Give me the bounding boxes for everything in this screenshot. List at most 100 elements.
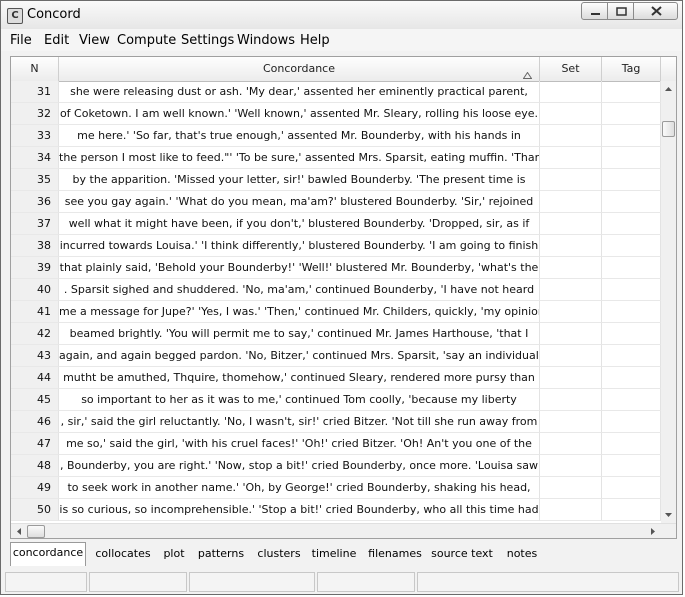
set-cell[interactable]	[540, 477, 602, 499]
menu-help[interactable]: Help	[300, 33, 330, 48]
set-cell[interactable]	[540, 367, 602, 389]
close-button[interactable]	[633, 2, 678, 20]
tag-cell[interactable]	[602, 301, 661, 323]
column-header-tag[interactable]: Tag	[602, 57, 661, 81]
column-header-concordance[interactable]: Concordance	[59, 57, 540, 81]
row-number: 42	[11, 323, 59, 345]
concordance-line: so important to her as it was to me,' co…	[59, 389, 540, 411]
tag-cell[interactable]	[602, 279, 661, 301]
tag-cell[interactable]	[602, 213, 661, 235]
vertical-scrollbar[interactable]	[661, 81, 676, 523]
table-row[interactable]: 49 to seek work in another name.' 'Oh, by…	[11, 477, 661, 499]
tab-notes[interactable]: notes	[503, 544, 541, 565]
set-cell[interactable]	[540, 191, 602, 213]
tag-cell[interactable]	[602, 191, 661, 213]
tab-source-text[interactable]: source text	[431, 544, 493, 565]
column-header-n[interactable]: N	[11, 57, 59, 81]
tag-cell[interactable]	[602, 345, 661, 367]
tag-cell[interactable]	[602, 323, 661, 345]
tag-cell[interactable]	[602, 169, 661, 191]
tab-timeline[interactable]: timeline	[310, 544, 358, 565]
minimize-icon	[591, 13, 600, 15]
set-cell[interactable]	[540, 389, 602, 411]
menu-file[interactable]: File	[10, 33, 32, 48]
menu-view[interactable]: View	[79, 33, 110, 48]
horizontal-scroll-thumb[interactable]	[27, 525, 45, 538]
row-number: 35	[11, 169, 59, 191]
table-row[interactable]: 33 me here.' 'So far, that's true enough,…	[11, 125, 661, 147]
tag-cell[interactable]	[602, 455, 661, 477]
table-row[interactable]: 50 is so curious, so incomprehensible.' '…	[11, 499, 661, 521]
tag-cell[interactable]	[602, 81, 661, 103]
row-number: 40	[11, 279, 59, 301]
table-row[interactable]: 32 of Coketown. I am well known.' 'Well k…	[11, 103, 661, 125]
tab-patterns[interactable]: patterns	[196, 544, 246, 565]
scroll-up-icon[interactable]	[661, 83, 676, 95]
table-row[interactable]: 42 beamed brightly. 'You will permit me t…	[11, 323, 661, 345]
tag-cell[interactable]	[602, 433, 661, 455]
tag-cell[interactable]	[602, 257, 661, 279]
set-cell[interactable]	[540, 433, 602, 455]
set-cell[interactable]	[540, 213, 602, 235]
set-cell[interactable]	[540, 301, 602, 323]
menu-settings[interactable]: Settings	[181, 33, 234, 48]
tag-cell[interactable]	[602, 411, 661, 433]
table-row[interactable]: 38 incurred towards Louisa.' 'I think dif…	[11, 235, 661, 257]
tag-cell[interactable]	[602, 147, 661, 169]
horizontal-scrollbar[interactable]	[11, 523, 676, 539]
set-cell[interactable]	[540, 147, 602, 169]
set-cell[interactable]	[540, 345, 602, 367]
table-row[interactable]: 34 the person I most like to feed."' 'To …	[11, 147, 661, 169]
menu-edit[interactable]: Edit	[44, 33, 69, 48]
concordance-line: , sir,' said the girl reluctantly. 'No, …	[59, 411, 540, 433]
set-cell[interactable]	[540, 411, 602, 433]
scroll-down-icon[interactable]	[661, 509, 676, 521]
tab-concordance[interactable]: concordance	[10, 542, 86, 566]
set-cell[interactable]	[540, 455, 602, 477]
menu-windows[interactable]: Windows	[237, 33, 295, 48]
maximize-button[interactable]	[607, 2, 634, 20]
table-row[interactable]: 46, sir,' said the girl reluctantly. 'No…	[11, 411, 661, 433]
set-cell[interactable]	[540, 279, 602, 301]
column-header-set[interactable]: Set	[540, 57, 602, 81]
menu-compute[interactable]: Compute	[117, 33, 176, 48]
tag-cell[interactable]	[602, 367, 661, 389]
title-bar[interactable]: C Concord	[1, 1, 682, 29]
vertical-scroll-thumb[interactable]	[662, 121, 675, 137]
tab-plot[interactable]: plot	[159, 544, 189, 565]
table-row[interactable]: 39 that plainly said, 'Behold your Bounde…	[11, 257, 661, 279]
tab-clusters[interactable]: clusters	[255, 544, 303, 565]
tag-cell[interactable]	[602, 103, 661, 125]
set-cell[interactable]	[540, 257, 602, 279]
set-cell[interactable]	[540, 499, 602, 521]
set-cell[interactable]	[540, 103, 602, 125]
set-cell[interactable]	[540, 235, 602, 257]
minimize-button[interactable]	[581, 2, 608, 20]
table-row[interactable]: 44 mutht be amuthed, Thquire, thomehow,' …	[11, 367, 661, 389]
tag-cell[interactable]	[602, 389, 661, 411]
table-row[interactable]: 40. Sparsit sighed and shuddered. 'No, m…	[11, 279, 661, 301]
tag-cell[interactable]	[602, 235, 661, 257]
set-cell[interactable]	[540, 323, 602, 345]
table-row[interactable]: 47 me so,' said the girl, 'with his cruel…	[11, 433, 661, 455]
table-row[interactable]: 48, Bounderby, you are right.' 'Now, sto…	[11, 455, 661, 477]
scroll-right-icon[interactable]	[647, 524, 659, 539]
table-row[interactable]: 36 see you gay again.' 'What do you mean,…	[11, 191, 661, 213]
set-cell[interactable]	[540, 125, 602, 147]
set-cell[interactable]	[540, 81, 602, 103]
table-row[interactable]: 37 well what it might have been, if you d…	[11, 213, 661, 235]
tag-cell[interactable]	[602, 125, 661, 147]
table-row[interactable]: 41 me a message for Jupe?' 'Yes, I was.' …	[11, 301, 661, 323]
table-row[interactable]: 35 by the apparition. 'Missed your letter…	[11, 169, 661, 191]
row-number: 39	[11, 257, 59, 279]
tag-cell[interactable]	[602, 477, 661, 499]
table-row[interactable]: 31 she were releasing dust or ash. 'My de…	[11, 81, 661, 103]
scroll-left-icon[interactable]	[13, 524, 25, 539]
set-cell[interactable]	[540, 169, 602, 191]
tab-collocates[interactable]: collocates	[92, 544, 154, 565]
table-row[interactable]: 43 again, and again begged pardon. 'No, B…	[11, 345, 661, 367]
tab-filenames[interactable]: filenames	[367, 544, 423, 565]
table-row[interactable]: 45 so important to her as it was to me,' …	[11, 389, 661, 411]
concord-window: C Concord File Edit View Compute Setting…	[0, 0, 683, 595]
tag-cell[interactable]	[602, 499, 661, 521]
